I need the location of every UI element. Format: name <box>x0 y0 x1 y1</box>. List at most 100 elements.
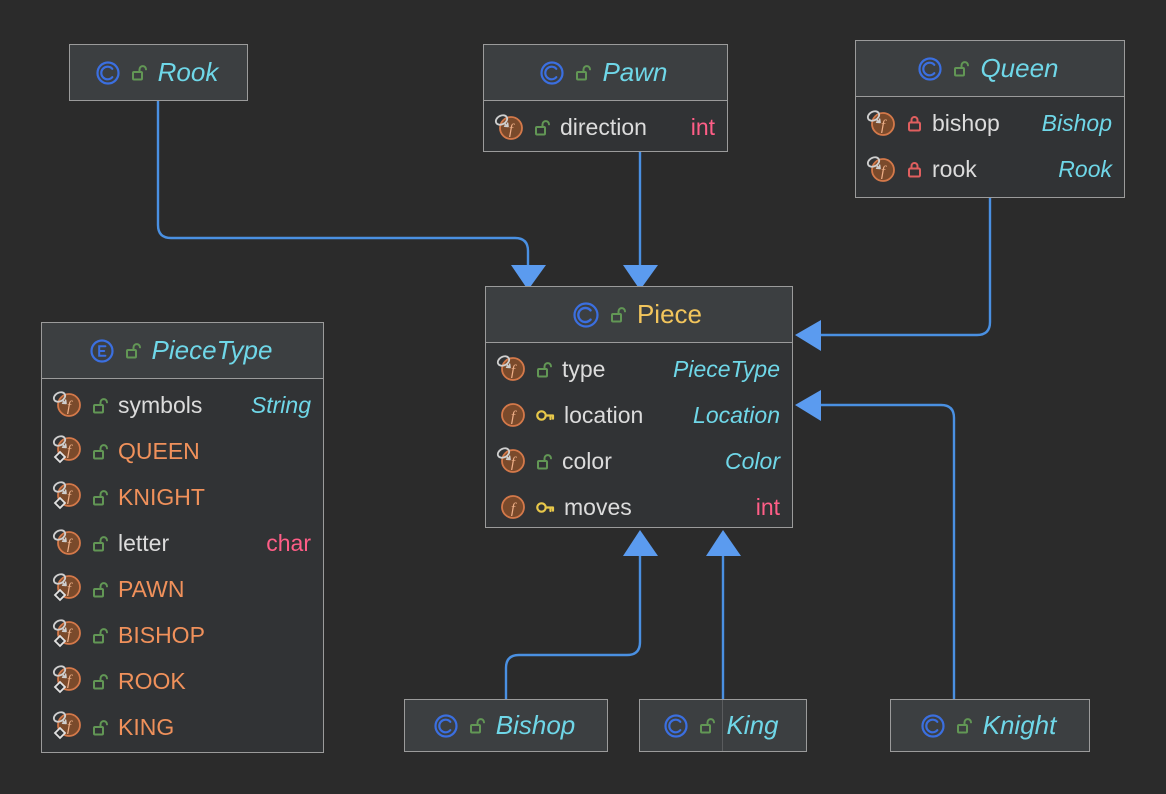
node-piece[interactable]: Piece f type PieceType f location Locati… <box>485 286 793 528</box>
field-icon: f <box>501 495 525 519</box>
member-type: int <box>690 113 715 140</box>
final-overlay-icon <box>52 481 67 495</box>
member-row[interactable]: f KING <box>42 704 323 750</box>
member-name: symbols <box>118 391 203 418</box>
class-icon <box>573 301 599 328</box>
field-icon: f <box>52 573 81 602</box>
field-icon: f <box>52 529 81 555</box>
field-icon: f <box>52 481 81 510</box>
field-icon: f <box>494 114 523 140</box>
member-name: type <box>562 355 606 382</box>
member-type: char <box>266 529 311 556</box>
member-name: moves <box>564 493 632 520</box>
member-type: int <box>755 493 780 520</box>
unlocked-padlock-icon <box>93 627 108 643</box>
member-name: location <box>564 401 644 428</box>
node-title: Piece <box>636 299 703 329</box>
node-title: Pawn <box>602 57 668 87</box>
final-overlay-icon <box>52 573 67 587</box>
class-icon <box>434 713 458 738</box>
member-row[interactable]: f letter char <box>42 520 323 566</box>
final-overlay-icon <box>496 447 511 461</box>
field-icon: f <box>496 355 525 381</box>
final-overlay-icon <box>494 114 509 128</box>
node-header-bishop: Bishop <box>405 700 607 751</box>
field-icon: f <box>496 447 525 473</box>
member-row[interactable]: f QUEEN <box>42 428 323 474</box>
unlocked-padlock-icon <box>610 307 626 323</box>
field-icon: f <box>501 403 525 427</box>
node-title: PieceType <box>151 335 273 365</box>
member-row[interactable]: f bishop Bishop <box>856 100 1124 146</box>
member-row[interactable]: f moves int <box>486 484 792 530</box>
class-icon <box>664 713 689 738</box>
node-king[interactable]: King <box>639 699 807 752</box>
class-icon <box>918 56 943 81</box>
node-bishop[interactable]: Bishop <box>404 699 608 752</box>
final-overlay-icon <box>52 435 67 449</box>
node-header-piecetype: PieceType <box>42 323 323 379</box>
member-row[interactable]: f direction int <box>484 104 727 150</box>
unlocked-padlock-icon <box>125 343 141 359</box>
member-list: f direction int <box>484 101 727 154</box>
node-title: King <box>726 710 779 740</box>
member-row[interactable]: f rook Rook <box>856 146 1124 192</box>
arrowhead-knight <box>795 390 821 421</box>
unlocked-padlock-icon <box>700 718 716 734</box>
node-divider <box>722 700 723 751</box>
node-rook[interactable]: Rook <box>69 44 248 101</box>
field-icon: f <box>866 156 895 182</box>
member-list: f bishop Bishop f rook Rook <box>856 97 1124 196</box>
node-pawn[interactable]: Pawn f direction int <box>483 44 728 152</box>
unlocked-padlock-icon <box>131 65 147 81</box>
final-overlay-icon <box>52 529 67 543</box>
member-row[interactable]: f symbols String <box>42 382 323 428</box>
member-name: rook <box>932 155 977 182</box>
final-overlay-icon <box>52 711 67 725</box>
key-icon <box>536 409 555 421</box>
member-row[interactable]: f location Location <box>486 392 792 438</box>
node-header-queen: Queen <box>856 41 1124 97</box>
member-name: color <box>562 447 612 474</box>
unlocked-padlock-icon <box>93 443 108 459</box>
unlocked-padlock-icon <box>537 361 552 377</box>
node-piecetype[interactable]: PieceType f symbols String f QUEEN f KNI… <box>41 322 324 753</box>
enum-icon <box>89 338 114 363</box>
member-row[interactable]: f type PieceType <box>486 346 792 392</box>
node-title: Bishop <box>495 710 576 740</box>
member-row[interactable]: f PAWN <box>42 566 323 612</box>
node-knight[interactable]: Knight <box>890 699 1090 752</box>
edge-knight-piece <box>818 403 956 699</box>
node-header-knight: Knight <box>891 700 1089 751</box>
member-row[interactable]: f KNIGHT <box>42 474 323 520</box>
member-row[interactable]: f ROOK <box>42 658 323 704</box>
final-overlay-icon <box>866 156 881 170</box>
edge-bishop-piece <box>504 552 642 699</box>
member-name: PAWN <box>118 575 185 602</box>
member-name: direction <box>560 113 647 140</box>
final-overlay-icon <box>866 110 881 124</box>
unlocked-padlock-icon <box>93 535 108 551</box>
field-icon: f <box>52 711 81 740</box>
node-queen[interactable]: Queen f bishop Bishop f rook Rook <box>855 40 1125 198</box>
unlocked-padlock-icon <box>537 453 552 469</box>
member-type: String <box>250 391 311 418</box>
member-type: Rook <box>1058 155 1112 182</box>
unlocked-padlock-icon <box>954 61 970 77</box>
member-list: f type PieceType f location Location f c… <box>486 343 792 534</box>
field-icon: f <box>52 391 81 417</box>
member-row[interactable]: f color Color <box>486 438 792 484</box>
member-name: KNIGHT <box>118 483 205 510</box>
node-header-king: King <box>640 700 806 751</box>
unlocked-padlock-icon <box>956 718 972 734</box>
class-icon <box>921 713 945 738</box>
member-name: BISHOP <box>118 621 205 648</box>
node-title: Queen <box>980 53 1059 83</box>
member-row[interactable]: f BISHOP <box>42 612 323 658</box>
member-name: bishop <box>932 109 1000 136</box>
node-title: Knight <box>982 710 1057 740</box>
member-name: ROOK <box>118 667 186 694</box>
field-icon: f <box>52 435 81 464</box>
member-type: PieceType <box>673 355 780 382</box>
locked-padlock-icon <box>908 115 921 131</box>
